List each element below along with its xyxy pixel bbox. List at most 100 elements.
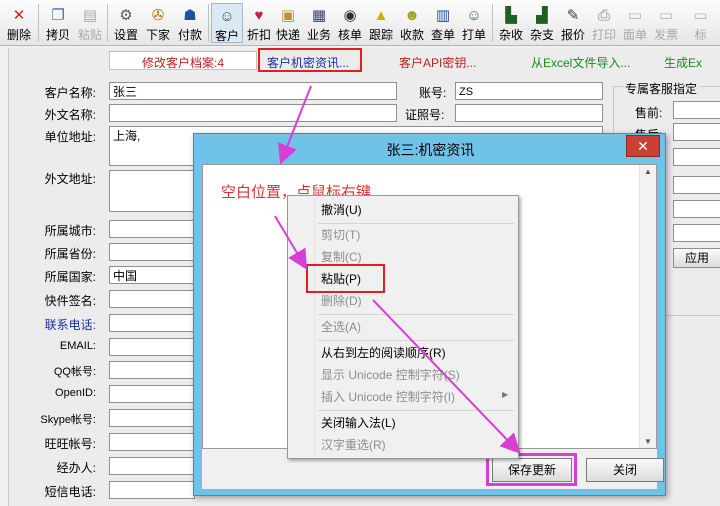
express-button[interactable]: ▣ 快递 (272, 3, 304, 43)
province-input[interactable] (109, 243, 195, 261)
api-key-link[interactable]: 客户API密钥... (399, 54, 476, 71)
menu-item-cut[interactable]: 剪切(T) (321, 227, 360, 243)
customer-name-input[interactable]: 张三 (109, 82, 397, 100)
menu-separator (318, 223, 514, 224)
province-label: 所属省份: (44, 247, 96, 261)
skype-input[interactable] (109, 409, 195, 427)
customer-button[interactable]: ☺ 客户 (211, 3, 243, 43)
city-input[interactable] (109, 220, 195, 238)
payment-button[interactable]: ☗ 付款 (174, 3, 206, 43)
openid-input[interactable] (109, 385, 195, 403)
foreign-name-input[interactable] (109, 104, 397, 122)
print-order-icon: ☺ (466, 7, 482, 24)
openid-label: OpenID: (55, 387, 96, 399)
express-sign-label: 快件签名: (44, 294, 96, 308)
account-label: 账号: (419, 86, 447, 100)
sms-phone-label: 短信电话: (44, 485, 96, 499)
account-input[interactable]: ZS (455, 82, 603, 100)
track-icon: ▲ (373, 7, 389, 24)
dialog-close-button[interactable]: ✕ (626, 135, 660, 157)
paste-button[interactable]: ▤ 粘贴 (74, 3, 106, 43)
print-order-button[interactable]: ☺ 打单 (458, 3, 490, 43)
scroll-down-icon[interactable]: ▼ (644, 437, 652, 446)
waybill-icon: ▭ (627, 7, 643, 24)
menu-item-close-ime[interactable]: 关闭输入法(L) (321, 415, 396, 431)
scroll-up-icon[interactable]: ▲ (644, 167, 652, 176)
search-order-button[interactable]: ▥ 查单 (427, 3, 459, 43)
print-button[interactable]: ⎙ 打印 (588, 3, 620, 43)
unit-address-label: 单位地址: (44, 130, 96, 144)
edit-archive-status: 修改客户档案:4 (142, 56, 225, 70)
service-input-6[interactable] (673, 224, 720, 242)
delete-icon: ✕ (12, 7, 26, 24)
label-button[interactable]: ▭ 标 (681, 3, 720, 43)
invoice-button[interactable]: ▭ 发票 (650, 3, 682, 43)
menu-separator (318, 410, 514, 411)
waybill-button[interactable]: ▭ 面单 (619, 3, 651, 43)
agent-label: 经办人: (56, 461, 96, 475)
receipt-button[interactable]: ☻ 收款 (396, 3, 428, 43)
menu-item-reconvert[interactable]: 汉字重选(R) (321, 437, 386, 453)
print-icon: ⎙ (597, 7, 610, 24)
confidential-link[interactable]: 客户机密资讯... (267, 54, 349, 71)
menu-item-rtl[interactable]: 从右到左的阅读顺序(R) (321, 345, 446, 361)
menu-item-select-all[interactable]: 全选(A) (321, 319, 361, 335)
discount-button[interactable]: ♥ 折扣 (243, 3, 275, 43)
misc-receive-icon: ▙ (505, 7, 517, 24)
city-label: 所属城市: (44, 224, 96, 238)
supplier-icon: ✇ (151, 7, 165, 24)
wangwang-label: 旺旺帐号: (44, 437, 96, 451)
copy-button[interactable]: ❐ 拷贝 (42, 3, 74, 43)
express-sign-input[interactable] (109, 290, 195, 308)
qq-input[interactable] (109, 361, 195, 379)
payment-icon: ☗ (183, 7, 197, 24)
settings-button[interactable]: ⚙ 设置 (110, 3, 142, 43)
menu-separator (318, 314, 514, 315)
menu-item-undo[interactable]: 撤消(U) (321, 202, 362, 218)
settings-icon: ⚙ (119, 7, 133, 24)
country-label: 所属国家: (44, 270, 96, 284)
main-toolbar: ✕ 删除 ❐ 拷贝 ▤ 粘贴 ⚙ 设置 ✇ 下家 ☗ 付款 ☺ 客户 ♥ 折扣 … (0, 0, 720, 46)
dialog-close-text-button[interactable]: 关闭 (586, 458, 664, 482)
email-input[interactable] (109, 338, 195, 356)
service-input-4[interactable] (673, 176, 720, 194)
misc-receive-button[interactable]: ▙ 杂收 (495, 3, 527, 43)
id-number-input[interactable] (455, 104, 603, 122)
context-menu: 撤消(U) 剪切(T) 复制(C) 粘贴(P) 删除(D) 全选(A) 从右到左… (287, 195, 519, 459)
menu-item-show-unicode[interactable]: 显示 Unicode 控制字符(S) (321, 367, 460, 383)
service-input-5[interactable] (673, 200, 720, 218)
presale-input[interactable] (673, 101, 720, 119)
track-button[interactable]: ▲ 跟踪 (365, 3, 397, 43)
menu-item-copy[interactable]: 复制(C) (321, 249, 362, 265)
foreign-address-input[interactable] (109, 170, 195, 212)
menu-item-delete[interactable]: 删除(D) (321, 293, 362, 309)
service-input-3[interactable] (673, 148, 720, 166)
wangwang-input[interactable] (109, 433, 195, 451)
skype-label: Skype帐号: (40, 414, 96, 426)
id-number-label: 证照号: (405, 108, 445, 122)
label-icon: ▭ (693, 7, 708, 24)
express-icon: ▣ (280, 7, 296, 24)
contact-phone-label: 联系电话: (44, 318, 96, 332)
generate-link[interactable]: 生成Ex (664, 54, 702, 71)
quote-button[interactable]: ✎ 报价 (557, 3, 589, 43)
submenu-arrow-icon: ▶ (502, 390, 509, 399)
textarea-scrollbar[interactable]: ▲ ▼ (639, 165, 656, 448)
sub-toolbar: 修改客户档案:4 客户机密资讯... 客户API密钥... 从Excel文件导入… (9, 48, 720, 72)
contact-phone-input[interactable] (109, 314, 195, 332)
misc-pay-button[interactable]: ▟ 杂支 (526, 3, 558, 43)
receipt-icon: ☻ (404, 7, 420, 24)
check-order-button[interactable]: ◉ 核单 (334, 3, 366, 43)
apply-button[interactable]: 应用 (673, 248, 720, 268)
presale-label: 售前: (635, 106, 663, 120)
delete-button[interactable]: ✕ 删除 (3, 3, 35, 43)
business-button[interactable]: ▦ 业务 (303, 3, 335, 43)
agent-input[interactable] (109, 457, 195, 475)
excel-import-link[interactable]: 从Excel文件导入... (531, 54, 630, 71)
country-input[interactable]: 中国 (109, 266, 195, 284)
foreign-address-label: 外文地址: (44, 172, 96, 186)
menu-item-insert-unicode[interactable]: 插入 Unicode 控制字符(I) (321, 389, 455, 405)
sms-phone-input[interactable] (109, 481, 195, 499)
aftersale-input[interactable] (673, 123, 720, 141)
supplier-button[interactable]: ✇ 下家 (142, 3, 174, 43)
